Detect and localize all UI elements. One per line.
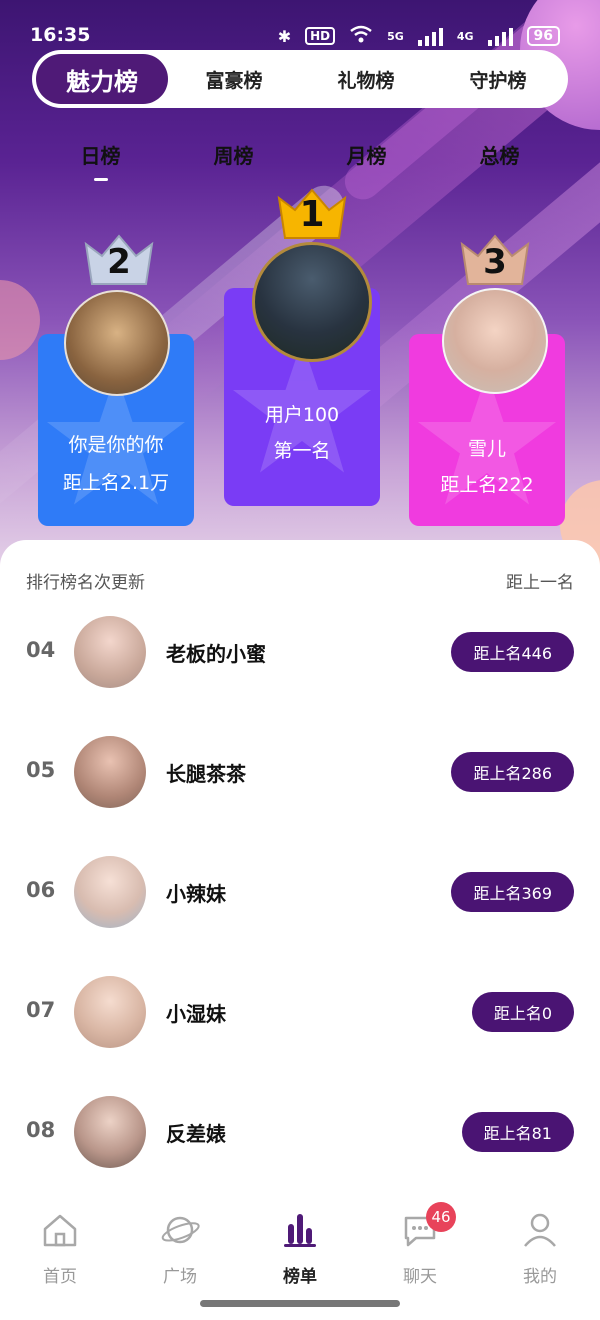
battery-indicator: 96 [526, 26, 560, 46]
avatar[interactable] [74, 1096, 146, 1168]
tab-gift[interactable]: 礼物榜 [300, 54, 432, 104]
home-indicator[interactable] [200, 1300, 400, 1307]
rank-number: 06 [26, 878, 56, 902]
profile-icon [524, 1213, 556, 1247]
nav-label: 我的 [523, 1267, 557, 1287]
podium-name: 雪儿 [467, 438, 506, 460]
list-item[interactable]: 06 小辣妹 距上名369 [0, 850, 600, 934]
avatar[interactable] [252, 242, 372, 362]
crown-rank: 3 [483, 242, 507, 282]
podium-gap: 距上名222 [440, 474, 534, 496]
bronze-crown-icon: 3 [458, 234, 532, 288]
user-name: 反差婊 [166, 1122, 226, 1146]
nav-label: 聊天 [403, 1267, 437, 1287]
tab-monthly[interactable]: 月榜 [347, 140, 387, 169]
list-item[interactable]: 05 长腿茶茶 距上名286 [0, 730, 600, 814]
tab-charm[interactable]: 魅力榜 [36, 54, 168, 104]
tab-weekly[interactable]: 周榜 [214, 140, 254, 169]
leaderboard-type-tabs: 魅力榜 富豪榜 礼物榜 守护榜 [32, 50, 568, 108]
user-name: 老板的小蜜 [166, 642, 266, 666]
nav-profile[interactable]: 我的 [480, 1196, 600, 1320]
list-header-left: 排行榜名次更新 [26, 573, 145, 593]
avatar[interactable] [74, 856, 146, 928]
user-name: 小辣妹 [166, 882, 226, 906]
gap-badge: 距上名81 [461, 1112, 574, 1152]
nav-label: 广场 [163, 1267, 197, 1287]
crown-rank: 2 [107, 242, 131, 282]
signal-icon [417, 26, 443, 46]
signal-icon-2 [487, 26, 513, 46]
list-header-right: 距上一名 [506, 573, 574, 593]
nav-label: 榜单 [283, 1267, 317, 1287]
list-item[interactable]: 04 老板的小蜜 距上名446 [0, 610, 600, 694]
list-item[interactable]: 07 小湿妹 距上名0 [0, 970, 600, 1054]
avatar[interactable] [74, 976, 146, 1048]
status-time: 16:35 [30, 24, 91, 46]
wifi-icon [349, 24, 373, 48]
period-tabs: 日榜 周榜 月榜 总榜 [34, 140, 566, 181]
avatar[interactable] [64, 290, 170, 396]
gap-badge: 距上名369 [451, 872, 574, 912]
ranking-hero: 16:35 ✱ HD 5G 4G 96 魅力榜 富豪榜 礼物榜 守护榜 日榜 周… [0, 0, 600, 580]
tab-wealth[interactable]: 富豪榜 [168, 54, 300, 104]
planet-icon [161, 1216, 200, 1244]
home-icon [43, 1214, 77, 1247]
list-item[interactable]: 08 反差婊 距上名81 [0, 1090, 600, 1174]
gap-badge: 距上名286 [451, 752, 574, 792]
tab-daily[interactable]: 日榜 [81, 140, 121, 181]
nav-home[interactable]: 首页 [0, 1196, 120, 1320]
nav-label: 首页 [43, 1267, 77, 1287]
gold-crown-icon: 1 [275, 188, 349, 242]
avatar[interactable] [74, 736, 146, 808]
rank-number: 04 [26, 638, 56, 662]
rank-number: 07 [26, 998, 56, 1022]
crown-rank: 1 [299, 194, 325, 235]
status-icons: ✱ HD 5G 4G 96 [278, 24, 560, 48]
podium-name: 你是你的你 [68, 434, 164, 456]
user-name: 小湿妹 [166, 1002, 226, 1026]
podium-gap: 第一名 [273, 440, 331, 462]
user-name: 长腿茶茶 [166, 762, 246, 786]
network-label-2: 4G [456, 29, 474, 43]
avatar[interactable] [442, 288, 548, 394]
gap-badge: 距上名0 [471, 992, 574, 1032]
tab-total[interactable]: 总榜 [480, 140, 520, 169]
list-header: 排行榜名次更新 距上一名 [26, 568, 574, 593]
tab-guardian[interactable]: 守护榜 [432, 54, 564, 104]
podium-gap: 距上名2.1万 [62, 472, 170, 494]
network-label: 5G [387, 29, 404, 43]
gap-badge: 距上名446 [451, 632, 574, 672]
ranking-icon [284, 1214, 316, 1247]
avatar[interactable] [74, 616, 146, 688]
podium-name: 用户100 [264, 404, 340, 426]
silver-crown-icon: 2 [82, 234, 156, 288]
decor-blob [0, 280, 40, 360]
hd-badge: HD [305, 27, 336, 45]
bluetooth-icon: ✱ [277, 26, 292, 46]
rank-number: 05 [26, 758, 56, 782]
rank-number: 08 [26, 1118, 56, 1142]
unread-badge: 46 [426, 1202, 456, 1232]
